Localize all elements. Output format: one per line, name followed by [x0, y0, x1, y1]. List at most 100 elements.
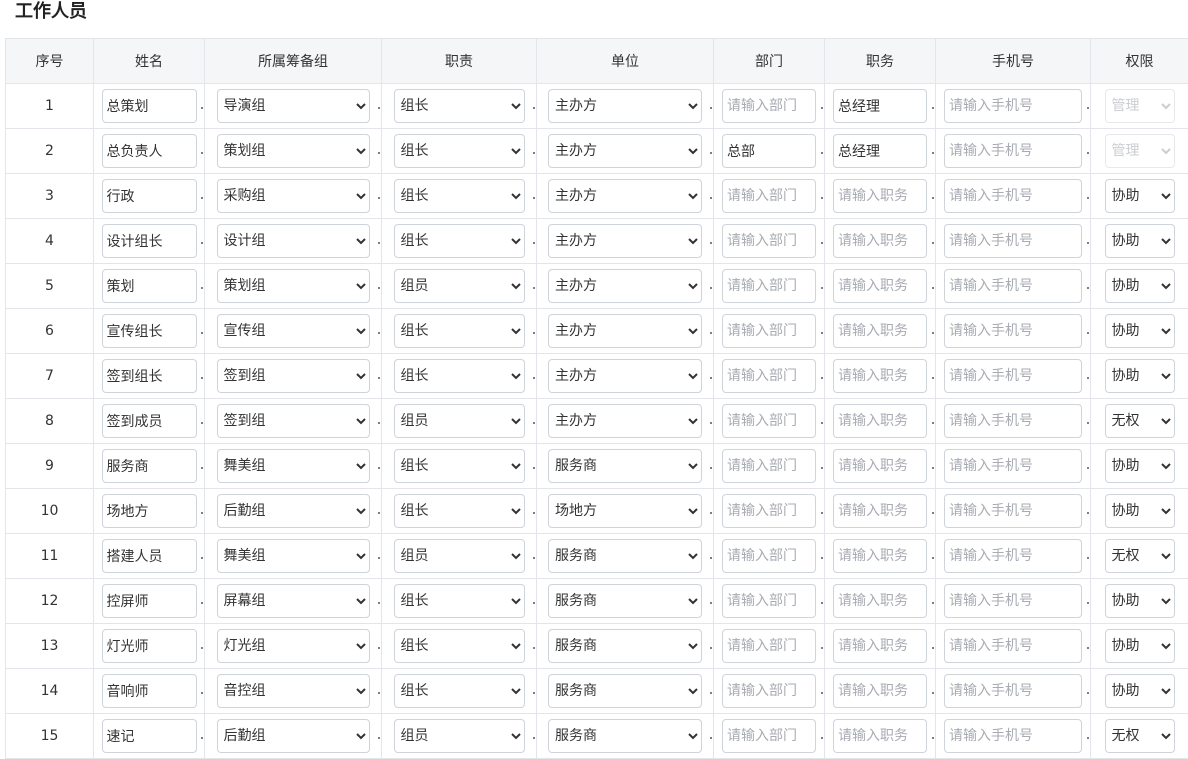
group-select[interactable]: 音控组	[217, 674, 370, 708]
duty-select[interactable]: 组长	[394, 134, 525, 168]
phone-input[interactable]	[944, 404, 1082, 438]
department-input[interactable]	[722, 584, 816, 618]
duty-select[interactable]: 组长	[394, 494, 525, 528]
position-input[interactable]	[833, 89, 927, 123]
unit-select[interactable]: 主办方	[548, 404, 702, 438]
duty-select[interactable]: 组员	[394, 269, 525, 303]
phone-input[interactable]	[944, 494, 1082, 528]
position-input[interactable]	[833, 494, 927, 528]
phone-input[interactable]	[944, 269, 1082, 303]
department-input[interactable]	[722, 719, 816, 753]
department-input[interactable]	[722, 134, 816, 168]
unit-select[interactable]: 主办方	[548, 359, 702, 393]
duty-select[interactable]: 组长	[394, 359, 525, 393]
unit-select[interactable]: 主办方	[548, 224, 702, 258]
phone-input[interactable]	[944, 674, 1082, 708]
group-select[interactable]: 灯光组	[217, 629, 370, 663]
group-select[interactable]: 策划组	[217, 134, 370, 168]
duty-select[interactable]: 组长	[394, 179, 525, 213]
department-input[interactable]	[722, 674, 816, 708]
unit-select[interactable]: 主办方	[548, 89, 702, 123]
group-select[interactable]: 后勤组	[217, 494, 370, 528]
phone-input[interactable]	[944, 314, 1082, 348]
duty-select[interactable]: 组员	[394, 539, 525, 573]
department-input[interactable]	[722, 224, 816, 258]
phone-input[interactable]	[944, 629, 1082, 663]
phone-input[interactable]	[944, 89, 1082, 123]
department-input[interactable]	[722, 449, 816, 483]
duty-select[interactable]: 组长	[394, 89, 525, 123]
unit-select[interactable]: 服务商	[548, 449, 702, 483]
permission-select[interactable]: 管理	[1105, 89, 1175, 123]
group-select[interactable]: 宣传组	[217, 314, 370, 348]
position-input[interactable]	[833, 134, 927, 168]
department-input[interactable]	[722, 494, 816, 528]
group-select[interactable]: 签到组	[217, 404, 370, 438]
position-input[interactable]	[833, 179, 927, 213]
permission-select[interactable]: 协助	[1105, 224, 1175, 258]
unit-select[interactable]: 主办方	[548, 314, 702, 348]
position-input[interactable]	[833, 539, 927, 573]
duty-select[interactable]: 组员	[394, 719, 525, 753]
group-select[interactable]: 签到组	[217, 359, 370, 393]
unit-select[interactable]: 服务商	[548, 674, 702, 708]
department-input[interactable]	[722, 359, 816, 393]
permission-select[interactable]: 协助	[1105, 494, 1175, 528]
name-input[interactable]	[102, 719, 197, 753]
name-input[interactable]	[102, 404, 197, 438]
name-input[interactable]	[102, 224, 197, 258]
phone-input[interactable]	[944, 539, 1082, 573]
duty-select[interactable]: 组长	[394, 629, 525, 663]
permission-select[interactable]: 协助	[1105, 674, 1175, 708]
duty-select[interactable]: 组员	[394, 404, 525, 438]
duty-select[interactable]: 组长	[394, 674, 525, 708]
position-input[interactable]	[833, 584, 927, 618]
group-select[interactable]: 设计组	[217, 224, 370, 258]
unit-select[interactable]: 服务商	[548, 629, 702, 663]
permission-select[interactable]: 协助	[1105, 584, 1175, 618]
group-select[interactable]: 导演组	[217, 89, 370, 123]
duty-select[interactable]: 组长	[394, 449, 525, 483]
department-input[interactable]	[722, 629, 816, 663]
position-input[interactable]	[833, 314, 927, 348]
permission-select[interactable]: 协助	[1105, 359, 1175, 393]
position-input[interactable]	[833, 719, 927, 753]
permission-select[interactable]: 无权	[1105, 719, 1175, 753]
phone-input[interactable]	[944, 359, 1082, 393]
permission-select[interactable]: 无权	[1105, 539, 1175, 573]
phone-input[interactable]	[944, 719, 1082, 753]
name-input[interactable]	[102, 674, 197, 708]
duty-select[interactable]: 组长	[394, 314, 525, 348]
position-input[interactable]	[833, 449, 927, 483]
permission-select[interactable]: 协助	[1105, 449, 1175, 483]
name-input[interactable]	[102, 629, 197, 663]
group-select[interactable]: 后勤组	[217, 719, 370, 753]
permission-select[interactable]: 无权	[1105, 404, 1175, 438]
phone-input[interactable]	[944, 134, 1082, 168]
group-select[interactable]: 策划组	[217, 269, 370, 303]
permission-select[interactable]: 协助	[1105, 179, 1175, 213]
position-input[interactable]	[833, 269, 927, 303]
unit-select[interactable]: 服务商	[548, 719, 702, 753]
name-input[interactable]	[102, 179, 197, 213]
name-input[interactable]	[102, 314, 197, 348]
group-select[interactable]: 舞美组	[217, 539, 370, 573]
name-input[interactable]	[102, 359, 197, 393]
group-select[interactable]: 采购组	[217, 179, 370, 213]
name-input[interactable]	[102, 269, 197, 303]
duty-select[interactable]: 组长	[394, 584, 525, 618]
phone-input[interactable]	[944, 584, 1082, 618]
name-input[interactable]	[102, 584, 197, 618]
position-input[interactable]	[833, 629, 927, 663]
duty-select[interactable]: 组长	[394, 224, 525, 258]
department-input[interactable]	[722, 179, 816, 213]
department-input[interactable]	[722, 539, 816, 573]
phone-input[interactable]	[944, 449, 1082, 483]
department-input[interactable]	[722, 404, 816, 438]
permission-select[interactable]: 管理	[1105, 134, 1175, 168]
phone-input[interactable]	[944, 179, 1082, 213]
unit-select[interactable]: 服务商	[548, 584, 702, 618]
unit-select[interactable]: 主办方	[548, 269, 702, 303]
unit-select[interactable]: 服务商	[548, 539, 702, 573]
permission-select[interactable]: 协助	[1105, 269, 1175, 303]
